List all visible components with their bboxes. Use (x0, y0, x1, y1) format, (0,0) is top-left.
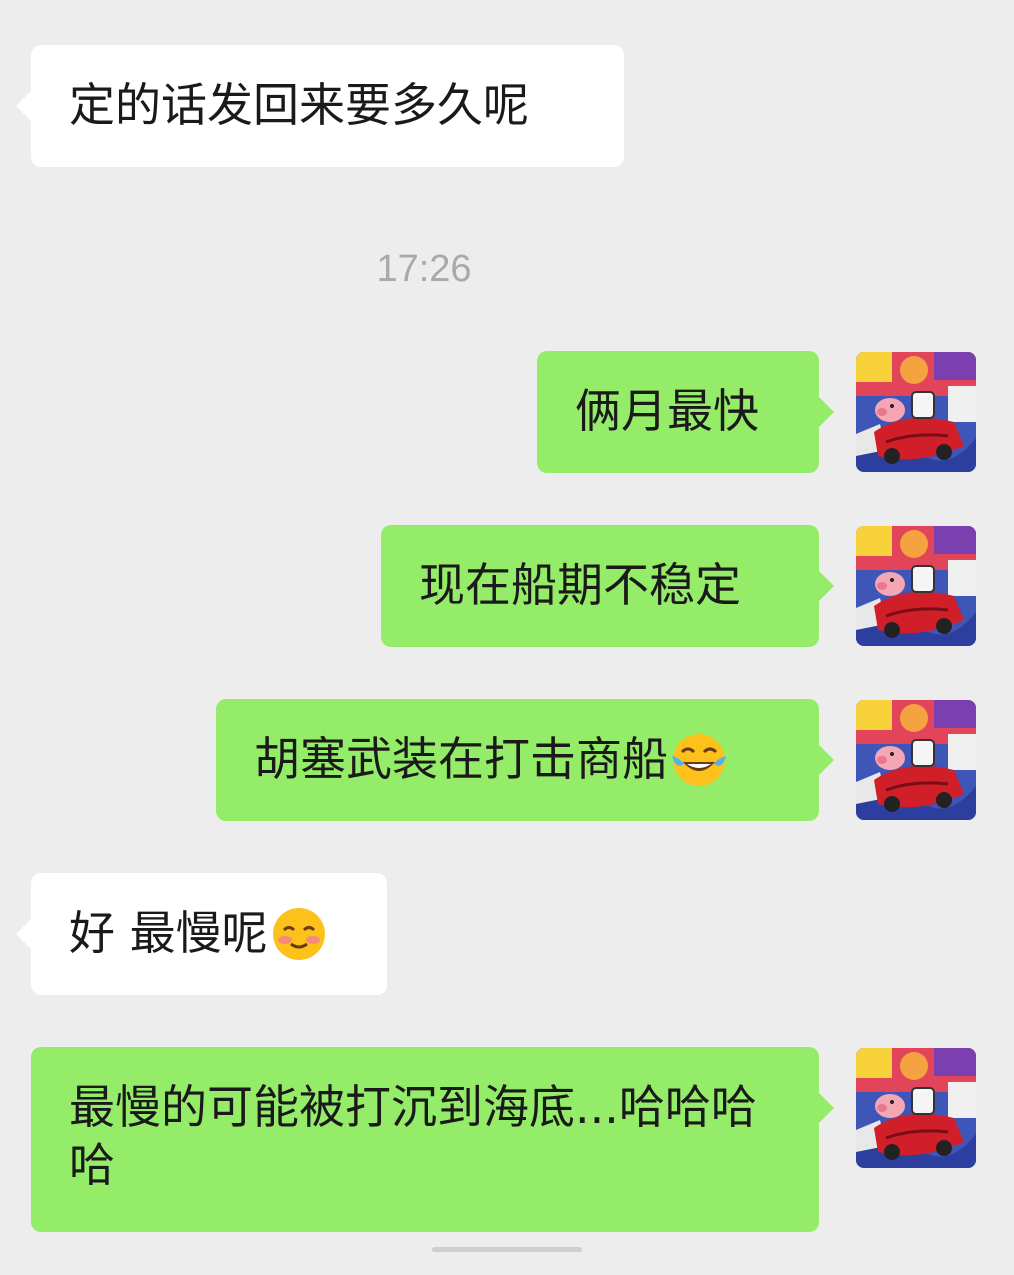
message-text: 好 最慢呢 (69, 906, 268, 960)
outgoing-message-bubble[interactable]: 俩月最快 (537, 351, 834, 473)
outgoing-message-bubble[interactable]: 现在船期不稳定 (381, 525, 834, 647)
message-text: 最慢的可能被打沉到海底...哈哈哈哈 (69, 1080, 757, 1192)
home-indicator (432, 1247, 582, 1252)
incoming-message-bubble[interactable]: 好 最慢呢 (16, 873, 387, 995)
face-with-tears-of-joy-emoji (670, 730, 728, 788)
outgoing-message-bubble[interactable]: 胡塞武装在打击商船 (216, 699, 834, 821)
incoming-message-bubble[interactable]: 定的话发回来要多久呢 (16, 45, 624, 167)
outgoing-message-bubble[interactable]: 最慢的可能被打沉到海底...哈哈哈哈 (31, 1047, 834, 1232)
smiling-face-with-smiling-eyes-emoji (270, 904, 328, 962)
timestamp: 17:26 (376, 248, 472, 290)
user-avatar[interactable] (856, 526, 976, 646)
message-text: 定的话发回来要多久呢 (69, 78, 529, 132)
message-text: 胡塞武装在打击商船 (254, 732, 668, 786)
user-avatar[interactable] (856, 700, 976, 820)
user-avatar[interactable] (856, 352, 976, 472)
message-text: 俩月最快 (575, 384, 759, 438)
message-text: 现在船期不稳定 (419, 558, 741, 612)
user-avatar[interactable] (856, 1048, 976, 1168)
